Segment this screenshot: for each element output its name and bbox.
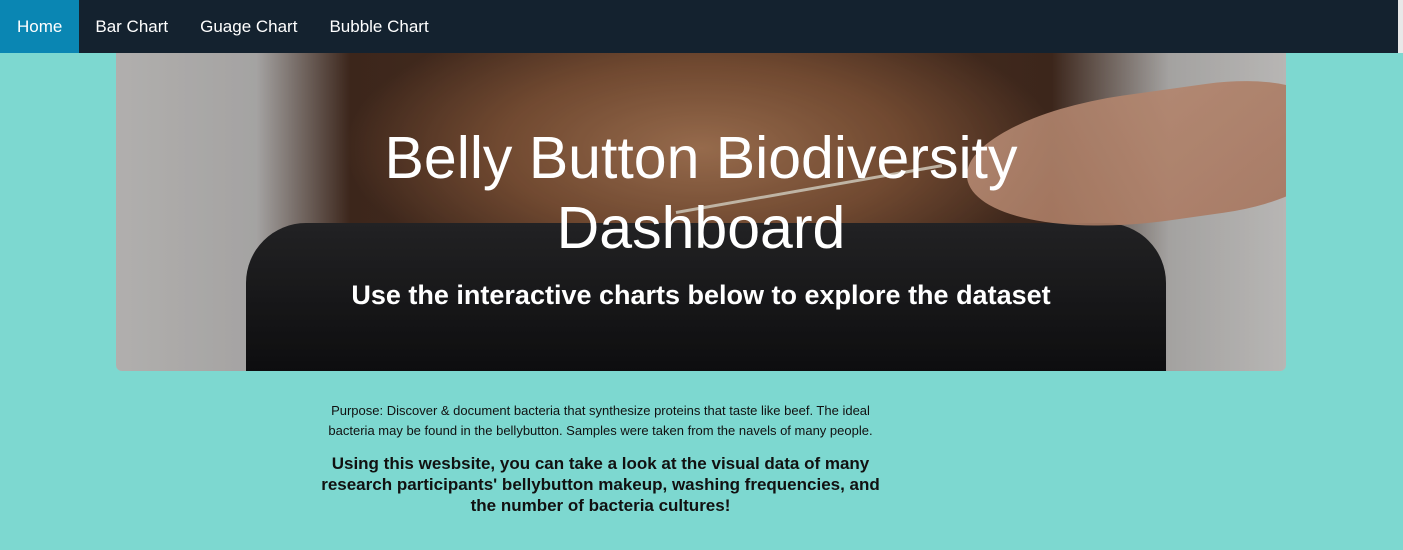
purpose-text: Purpose: Discover & document bacteria th… bbox=[328, 403, 873, 438]
nav-home-link[interactable]: Home bbox=[0, 0, 80, 53]
page-title-line-1: Belly Button Biodiversity bbox=[384, 125, 1018, 191]
nav-guage-chart-link[interactable]: Guage Chart bbox=[184, 0, 313, 53]
page-title-line-2: Dashboard bbox=[556, 195, 846, 261]
page-subtitle: Use the interactive charts below to expl… bbox=[351, 280, 1051, 310]
navbar: Home Bar Chart Guage Chart Bubble Chart bbox=[0, 0, 1403, 53]
page-title: Belly Button Biodiversity Dashboard bbox=[116, 123, 1286, 263]
nav-bubble-chart-link[interactable]: Bubble Chart bbox=[313, 0, 444, 53]
nav-bar-chart-link[interactable]: Bar Chart bbox=[79, 0, 184, 53]
intro-section: Purpose: Discover & document bacteria th… bbox=[318, 401, 883, 516]
hero-banner: Belly Button Biodiversity Dashboard Use … bbox=[116, 53, 1286, 371]
description-text: Using this wesbsite, you can take a look… bbox=[321, 454, 880, 515]
